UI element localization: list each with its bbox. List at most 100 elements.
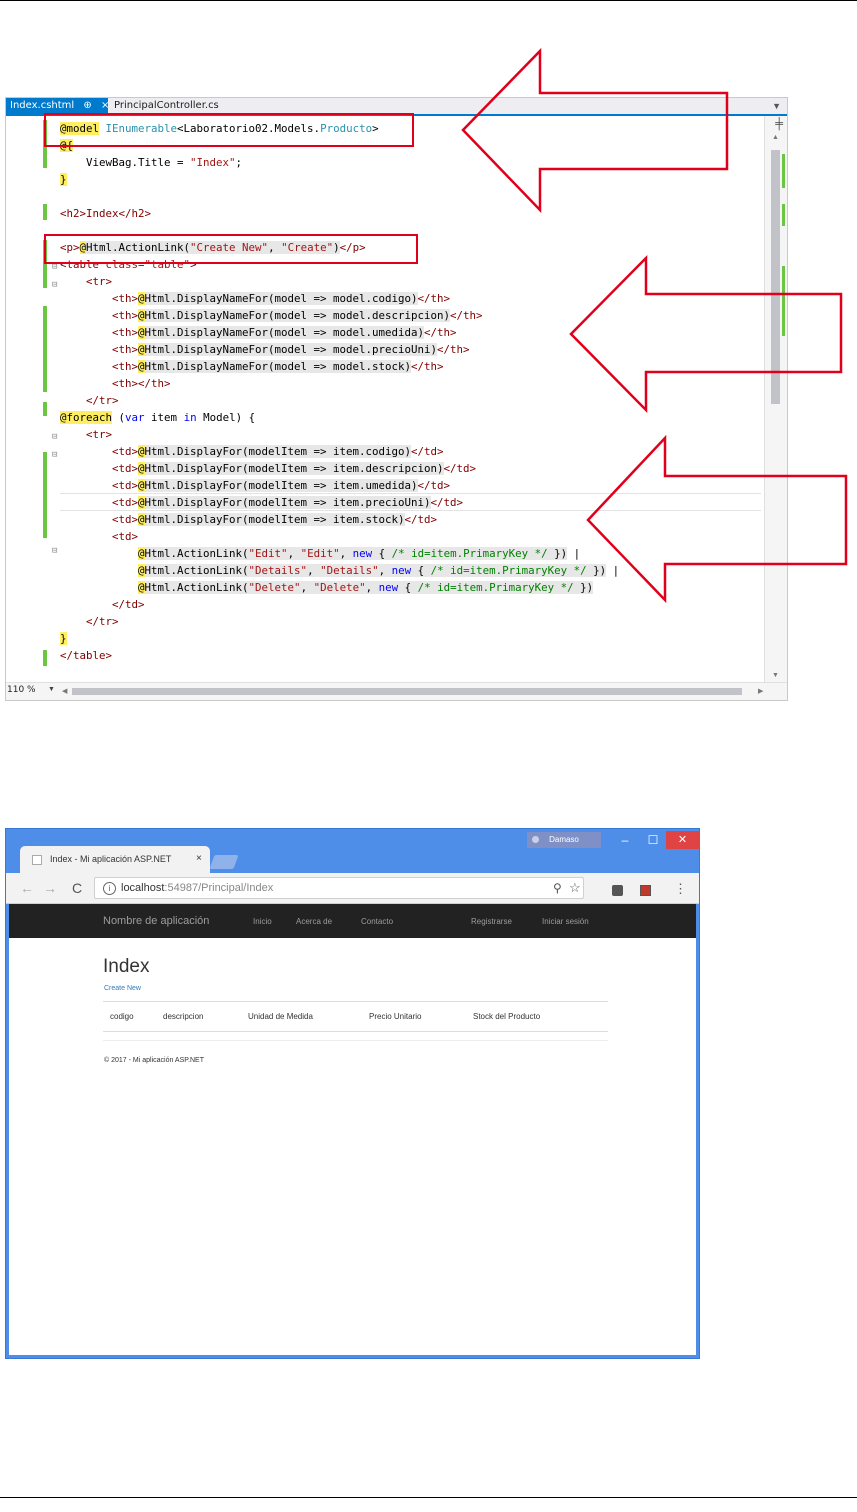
table-header-umedida: Unidad de Medida — [248, 1012, 313, 1021]
code-line-12: <th>@Html.DisplayNameFor(model => model.… — [60, 309, 483, 322]
close-window-button[interactable]: ✕ — [666, 831, 699, 849]
scroll-down-icon[interactable]: ▼ — [772, 672, 779, 679]
page-bottom-rule — [0, 1497, 857, 1498]
horizontal-scrollbar[interactable] — [72, 688, 742, 695]
maximize-button[interactable]: ☐ — [640, 831, 666, 849]
code-line-19: <tr> — [60, 428, 113, 441]
menu-icon[interactable]: ⋮ — [674, 881, 687, 897]
code-line-29: </td> — [60, 598, 145, 611]
page-title: Index — [103, 956, 150, 977]
code-line-11: <th>@Html.DisplayNameFor(model => model.… — [60, 292, 451, 305]
highlight-box-model — [44, 113, 414, 147]
extension-icon[interactable] — [640, 885, 651, 896]
code-line-27: @Html.ActionLink("Details", "Details", n… — [138, 564, 620, 577]
close-icon[interactable]: × — [101, 100, 109, 111]
address-bar[interactable]: i localhost:54987/Principal/Index ⚲ ☆ — [94, 877, 584, 899]
info-icon[interactable]: i — [103, 882, 116, 895]
nav-link-contacto[interactable]: Contacto — [361, 917, 393, 926]
page-favicon-icon — [32, 855, 42, 865]
nav-link-inicio[interactable]: Inicio — [253, 917, 272, 926]
zoom-level[interactable]: 110 % — [7, 685, 36, 695]
code-line-4: } — [60, 173, 67, 186]
code-line-32: </table> — [60, 649, 113, 662]
code-line-15: <th>@Html.DisplayNameFor(model => model.… — [60, 360, 444, 373]
user-profile-button[interactable]: Damaso — [527, 832, 601, 848]
code-line-13: <th>@Html.DisplayNameFor(model => model.… — [60, 326, 457, 339]
code-line-3: ViewBag.Title = "Index"; — [60, 156, 243, 169]
change-marker — [43, 204, 47, 220]
fold-icon[interactable]: ⊟ — [52, 432, 57, 442]
code-line-18: @foreach (var item in Model) { — [60, 411, 256, 424]
red-arrow-2 — [569, 254, 843, 414]
scroll-up-icon[interactable]: ▲ — [772, 134, 779, 141]
nav-link-acerca[interactable]: Acerca de — [296, 917, 332, 926]
change-marker — [43, 650, 47, 666]
fold-icon[interactable]: ⊟ — [52, 546, 57, 556]
url-text: localhost:54987/Principal/Index — [121, 882, 274, 894]
highlight-box-create-link — [44, 234, 418, 264]
minimize-button[interactable]: – — [612, 831, 638, 849]
table-header-descripcion: descripcion — [163, 1012, 204, 1021]
web-page: Nombre de aplicación Inicio Acerca de Co… — [9, 904, 696, 1355]
user-icon — [532, 836, 539, 843]
red-arrow-3 — [586, 434, 848, 604]
code-line-21: <td>@Html.DisplayFor(modelItem => item.d… — [60, 462, 477, 475]
code-line-23: <td>@Html.DisplayFor(modelItem => item.p… — [60, 496, 464, 509]
user-name: Damaso — [549, 835, 579, 844]
change-overview-marker — [782, 204, 785, 226]
fold-icon[interactable]: ⊟ — [52, 450, 57, 460]
forward-arrow-icon[interactable]: → — [43, 880, 57, 896]
tab-dropdown-icon[interactable]: ▼ — [772, 98, 781, 114]
table-header-stock: Stock del Producto — [473, 1012, 541, 1021]
code-line-20: <td>@Html.DisplayFor(modelItem => item.c… — [60, 445, 444, 458]
split-icon[interactable]: ╪ — [775, 118, 783, 130]
site-navbar: Nombre de aplicación Inicio Acerca de Co… — [9, 904, 696, 938]
code-line-31: } — [60, 632, 67, 645]
footer-divider — [103, 1040, 608, 1041]
tab-principal-controller[interactable]: PrincipalController.cs — [110, 98, 223, 114]
code-line-16: <th></th> — [60, 377, 171, 390]
editor-status-bar: 110 % ▼ ◀ ▶ — [6, 682, 787, 700]
scroll-left-icon[interactable]: ◀ — [62, 687, 67, 695]
code-line-17: </tr> — [60, 394, 119, 407]
scroll-right-icon[interactable]: ▶ — [758, 687, 763, 695]
change-marker — [43, 452, 47, 538]
code-line-10: <tr> — [60, 275, 113, 288]
code-line-30: </tr> — [60, 615, 119, 628]
zoom-dropdown-icon[interactable]: ▼ — [48, 686, 55, 693]
tab-index-cshtml[interactable]: Index.cshtml ⊕ × — [6, 98, 109, 114]
change-overview-marker — [782, 154, 785, 188]
close-tab-icon[interactable]: × — [196, 853, 202, 864]
browser-tab[interactable]: Index - Mi aplicación ASP.NET × — [20, 846, 210, 873]
code-line-6: <h2>Index</h2> — [60, 207, 152, 220]
fold-icon[interactable]: ⊟ — [52, 280, 57, 290]
new-tab-button[interactable] — [209, 855, 239, 869]
site-brand-link[interactable]: Nombre de aplicación — [103, 915, 209, 927]
reload-icon[interactable]: C — [72, 880, 82, 896]
site-footer: © 2017 - Mi aplicación ASP.NET — [104, 1057, 204, 1064]
tab-label: PrincipalController.cs — [114, 100, 219, 111]
page-top-rule — [0, 0, 857, 1]
nav-link-iniciar-sesion[interactable]: Iniciar sesión — [542, 917, 589, 926]
pin-icon[interactable]: ⊕ — [83, 100, 91, 111]
extension-icon[interactable] — [612, 885, 623, 896]
star-icon[interactable]: ☆ — [569, 880, 581, 896]
table-divider — [103, 1001, 608, 1002]
code-line-28: @Html.ActionLink("Delete", "Delete", new… — [138, 581, 594, 594]
code-line-26: @Html.ActionLink("Edit", "Edit", new { /… — [138, 547, 581, 560]
create-new-link[interactable]: Create New — [104, 985, 141, 992]
tab-title: Index - Mi aplicación ASP.NET — [50, 854, 172, 864]
red-arrow-1 — [461, 47, 729, 214]
code-line-25: <td> — [60, 530, 139, 543]
editor-margin: ⊟ ⊟ ⊟ ⊟ ⊟ — [6, 116, 57, 683]
back-arrow-icon[interactable]: ← — [20, 880, 34, 896]
tab-label: Index.cshtml — [10, 100, 75, 111]
table-header-precio: Precio Unitario — [369, 1012, 422, 1021]
browser-window: Damaso – ☐ ✕ Index - Mi aplicación ASP.N… — [5, 828, 700, 1359]
nav-link-registrarse[interactable]: Registrarse — [471, 917, 512, 926]
table-divider — [103, 1031, 608, 1032]
change-marker — [43, 306, 47, 392]
zoom-icon[interactable]: ⚲ — [553, 881, 562, 895]
browser-toolbar: ← → C i localhost:54987/Principal/Index … — [6, 873, 699, 904]
code-line-24: <td>@Html.DisplayFor(modelItem => item.s… — [60, 513, 438, 526]
